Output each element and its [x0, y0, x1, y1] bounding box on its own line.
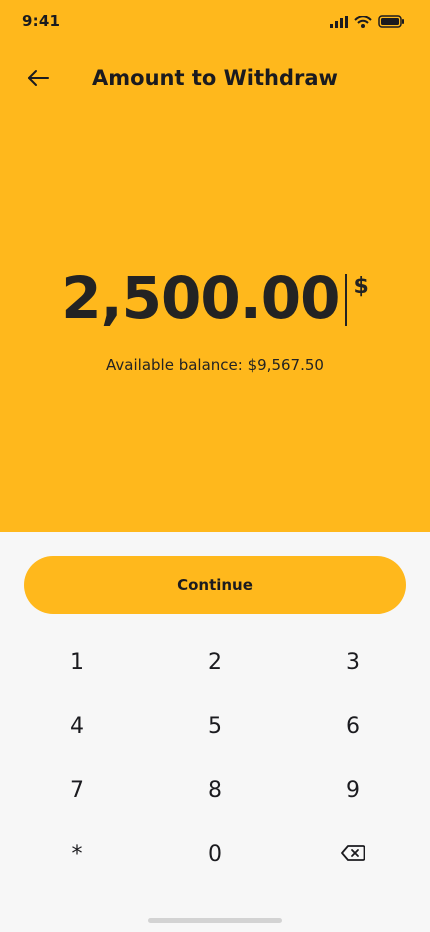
key-0[interactable]: 0: [165, 826, 265, 882]
amount-display[interactable]: 2,500.00 $: [0, 262, 430, 342]
key-1[interactable]: 1: [27, 634, 127, 690]
status-time: 9:41: [22, 12, 61, 30]
key-3[interactable]: 3: [303, 634, 403, 690]
amount-panel: 9:41 Amount to Withdraw 2,500.00 $ Avail…: [0, 0, 430, 532]
key-8[interactable]: 8: [165, 762, 265, 818]
key-4[interactable]: 4: [27, 698, 127, 754]
header: Amount to Withdraw: [0, 56, 430, 104]
key-7[interactable]: 7: [27, 762, 127, 818]
key-2[interactable]: 2: [165, 634, 265, 690]
currency-symbol: $: [353, 274, 369, 299]
signal-icon: [330, 13, 348, 32]
battery-icon: [378, 13, 406, 32]
continue-button[interactable]: Continue: [24, 556, 406, 614]
status-bar: 9:41: [0, 0, 430, 44]
text-cursor: [345, 274, 348, 326]
key-6[interactable]: 6: [303, 698, 403, 754]
home-indicator: [148, 918, 282, 923]
available-balance: Available balance: $9,567.50: [106, 356, 324, 374]
status-icons: [330, 13, 406, 32]
key-5[interactable]: 5: [165, 698, 265, 754]
page-title: Amount to Withdraw: [92, 66, 338, 90]
amount-value: 2,500.00: [61, 264, 340, 332]
backspace-icon: [341, 842, 366, 867]
key-asterisk[interactable]: *: [27, 826, 127, 882]
key-9[interactable]: 9: [303, 762, 403, 818]
wifi-icon: [354, 13, 372, 32]
backspace-button[interactable]: [303, 826, 403, 882]
